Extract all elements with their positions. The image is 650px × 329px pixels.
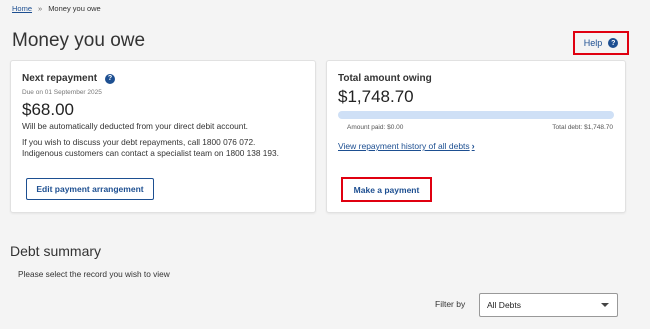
make-payment-label: Make a payment: [353, 184, 420, 195]
debt-summary-subtitle: Please select the record you wish to vie…: [18, 269, 170, 279]
auto-deduct-text: Will be automatically deducted from your…: [22, 121, 248, 131]
page-title: Money you owe: [12, 30, 146, 51]
amount-paid: Amount paid: $0.00: [347, 124, 404, 131]
breadcrumb-separator: »: [38, 4, 43, 13]
help-label: Help: [583, 38, 603, 48]
discuss-text-line-2: Indigenous customers can contact a speci…: [22, 148, 279, 158]
chevron-down-icon: [601, 303, 609, 307]
breadcrumb-home-link[interactable]: Home: [12, 4, 32, 13]
due-date: Due on 01 September 2025: [22, 89, 102, 96]
repayment-history-link-label: View repayment history of all debts: [338, 141, 470, 151]
question-circle-icon: ?: [608, 38, 619, 48]
repayment-history-link[interactable]: View repayment history of all debts ›: [338, 141, 475, 151]
total-owing-amount: $1,748.70: [338, 87, 414, 106]
filter-select-value: All Debts: [487, 300, 522, 310]
chevron-right-icon: ›: [471, 141, 475, 151]
next-repayment-heading: Next repayment ?: [22, 73, 116, 84]
total-owing-heading: Total amount owing: [338, 73, 432, 84]
edit-payment-arrangement-button[interactable]: Edit payment arrangement: [26, 178, 154, 200]
total-debt: Total debt: $1,748.70: [552, 124, 613, 131]
help-button[interactable]: Help ?: [573, 31, 629, 55]
discuss-text-line-1: If you wish to discuss your debt repayme…: [22, 137, 256, 147]
repayment-amount: $68.00: [22, 100, 74, 119]
filter-select[interactable]: All Debts: [479, 293, 618, 317]
info-icon[interactable]: ?: [105, 73, 116, 84]
next-repayment-card: Next repayment ? Due on 01 September 202…: [10, 60, 316, 213]
make-payment-button[interactable]: Make a payment: [341, 177, 432, 202]
breadcrumb-current: Money you owe: [48, 4, 101, 13]
debt-summary-title: Debt summary: [10, 243, 102, 259]
repayment-progress-bar: [338, 111, 614, 119]
filter-label: Filter by: [435, 299, 466, 309]
total-owing-card: Total amount owing $1,748.70 Amount paid…: [326, 60, 626, 213]
breadcrumb: Home » Money you owe: [12, 4, 101, 13]
next-repayment-title: Next repayment: [22, 73, 98, 84]
